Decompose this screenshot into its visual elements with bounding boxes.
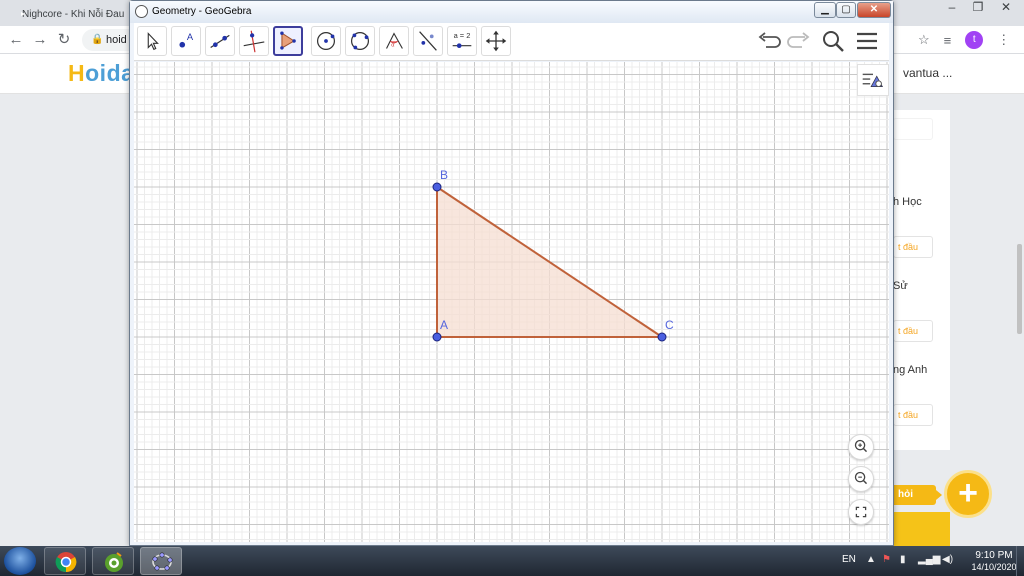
reflect-tool-icon <box>419 31 437 51</box>
segment-tool-button[interactable] <box>205 26 235 56</box>
chrome-minimize-button[interactable]: – <box>938 0 966 14</box>
subject-name: ng Anh <box>893 364 928 376</box>
point-label-c[interactable]: C <box>665 318 674 332</box>
chrome-icon <box>55 552 77 573</box>
graphics-view[interactable]: A B C <box>134 62 889 542</box>
move-tool-button[interactable] <box>137 26 167 56</box>
point-tool-button[interactable]: A <box>171 26 201 56</box>
svg-text:a = 2: a = 2 <box>454 31 471 40</box>
point-a[interactable] <box>432 332 442 342</box>
reload-icon[interactable]: ↻ <box>54 31 74 49</box>
circle-tool-button[interactable] <box>311 26 341 56</box>
geogebra-toolbar: A α a = 2 <box>134 23 889 61</box>
subject-list: h Học t đầu Sử t đầu ng Anh t đầu <box>893 110 950 450</box>
perpendicular-line-tool-icon <box>243 30 265 53</box>
chrome-maximize-button[interactable]: ❐ <box>964 0 992 14</box>
svg-text:A: A <box>187 32 194 42</box>
slider-tool-icon: a = 2 <box>452 31 472 48</box>
browser-tab-title: Nighcore - Khi Nỗi Đau <box>22 8 125 20</box>
taskbar: EN ▲ ⚑ ▮ ▂▄▆ ◀) 9:10 PM 14/10/2020 <box>0 546 1024 576</box>
redo-icon[interactable] <box>786 28 812 54</box>
window-title: Geometry - GeoGebra <box>152 6 252 17</box>
back-icon[interactable]: ← <box>6 31 26 49</box>
geogebra-icon <box>152 552 173 571</box>
subject-name: h Học <box>893 196 922 208</box>
show-desktop-button[interactable] <box>1016 546 1024 576</box>
point-c[interactable] <box>657 332 667 342</box>
undo-icon[interactable] <box>756 28 782 54</box>
address-bar[interactable]: 🔒 hoid <box>82 29 132 51</box>
start-button-faded <box>893 118 933 140</box>
slider-tool-button[interactable]: a = 2 <box>447 26 477 56</box>
browser-tab[interactable]: Nighcore - Khi Nỗi Đau ✕ <box>8 2 132 26</box>
style-bar-icon <box>862 73 884 88</box>
taskbar-chrome[interactable] <box>44 547 86 575</box>
network-icon[interactable]: ▂▄▆ <box>918 554 940 565</box>
clock-time[interactable]: 9:10 PM <box>964 550 1024 561</box>
angle-tool-button[interactable]: α <box>379 26 409 56</box>
ask-question-button[interactable]: + <box>944 470 992 518</box>
action-center-icon[interactable]: ⚑ <box>882 554 891 565</box>
star-icon[interactable]: ☆ <box>918 32 930 48</box>
point-b[interactable] <box>432 182 442 192</box>
clock-date[interactable]: 14/10/2020 <box>964 562 1024 572</box>
start-button[interactable]: t đầu <box>893 320 933 342</box>
volume-icon[interactable]: ◀) <box>942 554 953 565</box>
chrome-close-button[interactable]: ✕ <box>992 0 1020 14</box>
show-hidden-icons-icon[interactable]: ▲ <box>866 554 876 565</box>
lock-icon: 🔒 <box>91 34 104 45</box>
start-button[interactable] <box>4 547 36 575</box>
page-scrollbar[interactable] <box>1017 244 1022 334</box>
power-icon[interactable]: ▮ <box>900 554 906 565</box>
yellow-banner <box>893 512 950 546</box>
close-button[interactable]: ✕ <box>857 2 891 18</box>
start-button[interactable]: t đầu <box>893 236 933 258</box>
geogebra-title-bar[interactable]: Geometry - GeoGebra ▁ ▢ ✕ <box>130 1 893 23</box>
geometry-canvas[interactable]: A B C <box>134 62 889 542</box>
subject-name: Sử <box>893 280 908 292</box>
fullscreen-button[interactable] <box>848 499 874 525</box>
point-label-a[interactable]: A <box>440 318 448 332</box>
polygon-tool-icon <box>280 31 296 50</box>
user-name[interactable]: vantua ... <box>903 66 952 80</box>
zoom-in-icon <box>854 439 868 453</box>
language-indicator[interactable]: EN <box>842 554 856 565</box>
profile-avatar[interactable]: t <box>965 31 984 49</box>
perpendicular-tool-button[interactable] <box>239 26 269 56</box>
taskbar-coccoc[interactable] <box>92 547 134 575</box>
minimize-button[interactable]: ▁ <box>814 2 836 18</box>
reflect-tool-button[interactable] <box>413 26 443 56</box>
forward-icon[interactable]: → <box>30 31 50 49</box>
zoom-out-icon <box>854 471 868 485</box>
move-view-tool-button[interactable] <box>481 26 511 56</box>
move-tool-icon <box>147 32 159 51</box>
chrome-menu-icon[interactable]: ⋮ <box>997 32 1010 48</box>
zoom-in-button[interactable] <box>848 434 874 460</box>
coccoc-browser-icon <box>105 552 123 572</box>
circle-three-points-tool-button[interactable] <box>345 26 375 56</box>
zoom-out-button[interactable] <box>848 466 874 492</box>
circle-three-points-tool-icon <box>350 31 370 51</box>
search-icon[interactable] <box>820 28 846 54</box>
start-button[interactable]: t đầu <box>893 404 933 426</box>
taskbar-geogebra[interactable] <box>140 547 182 575</box>
maximize-button[interactable]: ▢ <box>836 2 856 18</box>
polygon-tool-button[interactable] <box>273 26 303 56</box>
fullscreen-icon <box>855 506 867 518</box>
angle-tool-icon: α <box>386 32 403 49</box>
main-menu-icon[interactable] <box>854 28 880 54</box>
svg-text:α: α <box>391 43 395 49</box>
reading-list-icon[interactable]: ≡ <box>944 33 952 48</box>
circle-center-point-tool-icon <box>316 31 336 51</box>
style-bar-toggle[interactable] <box>857 64 889 96</box>
point-tool-icon: A <box>179 32 194 48</box>
segment-tool-icon <box>210 34 230 49</box>
geogebra-window: Geometry - GeoGebra ▁ ▢ ✕ A α a = 2 A B … <box>129 0 894 546</box>
address-text: hoid <box>106 34 127 46</box>
geogebra-app-icon <box>135 5 148 18</box>
move-view-tool-icon <box>485 30 507 52</box>
point-label-b[interactable]: B <box>440 168 448 182</box>
